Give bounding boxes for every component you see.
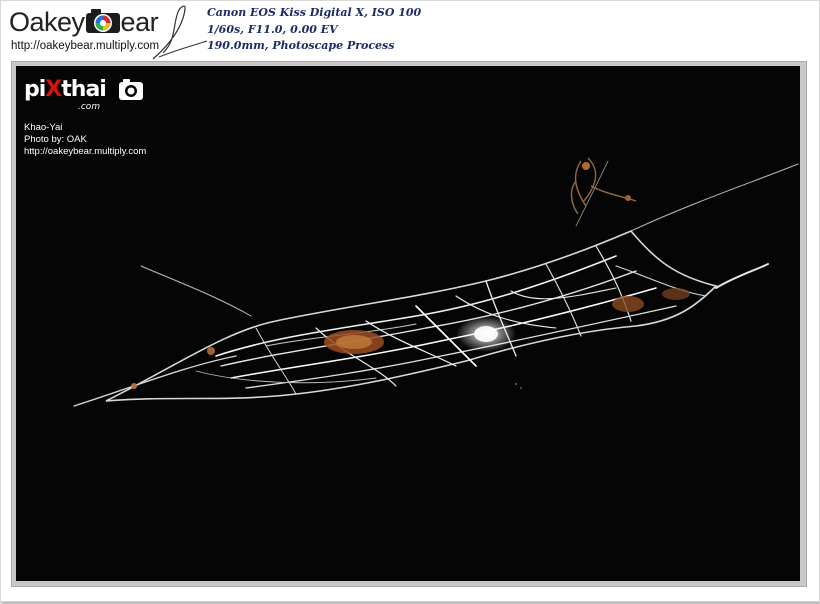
logo-word-left: Oakey	[9, 7, 85, 37]
exif-lens: 190.0mm, Photoscape Process	[207, 39, 395, 52]
watermark-brand-right: thai	[61, 77, 107, 102]
pixthai-watermark: piXthai .com Khao-Yai Photo by: OAK http…	[24, 74, 164, 164]
exif-info: Canon EOS Kiss Digital X, ISO 100 1/60s,…	[207, 5, 421, 55]
watermark-brand-x: X	[45, 77, 62, 102]
watermark-credit: Photo by: OAK	[24, 134, 87, 145]
watermark-location: Khao-Yai	[24, 122, 63, 133]
oakeybear-logo: Oakey ear http://oakeybear.multiply.com	[9, 5, 208, 60]
watermark-url: http://oakeybear.multiply.com	[24, 146, 147, 157]
watermark-brand-left: pi	[24, 77, 46, 102]
logo-swoosh-icon	[152, 5, 208, 60]
watermark-caption: Khao-Yai Photo by: OAK http://oakeybear.…	[24, 122, 146, 158]
watermark-brand-suffix: .com	[78, 102, 101, 112]
header-banner: Oakey ear http://oakeybear.multiply.com …	[1, 1, 819, 60]
exif-exposure: 1/60s, F11.0, 0.00 EV	[207, 22, 338, 36]
logo-url: http://oakeybear.multiply.com	[11, 40, 160, 52]
camera-icon	[119, 79, 143, 100]
logo-wordmark: Oakey ear	[9, 5, 159, 39]
spider-web-photo: piXthai .com Khao-Yai Photo by: OAK http…	[16, 66, 800, 581]
camera-lens-icon	[85, 9, 120, 33]
watermark-brand: piXthai	[24, 77, 107, 102]
exif-camera: Canon EOS Kiss Digital X, ISO 100	[207, 6, 422, 19]
photo-frame: Oakey ear http://oakeybear.multiply.com …	[0, 0, 820, 602]
